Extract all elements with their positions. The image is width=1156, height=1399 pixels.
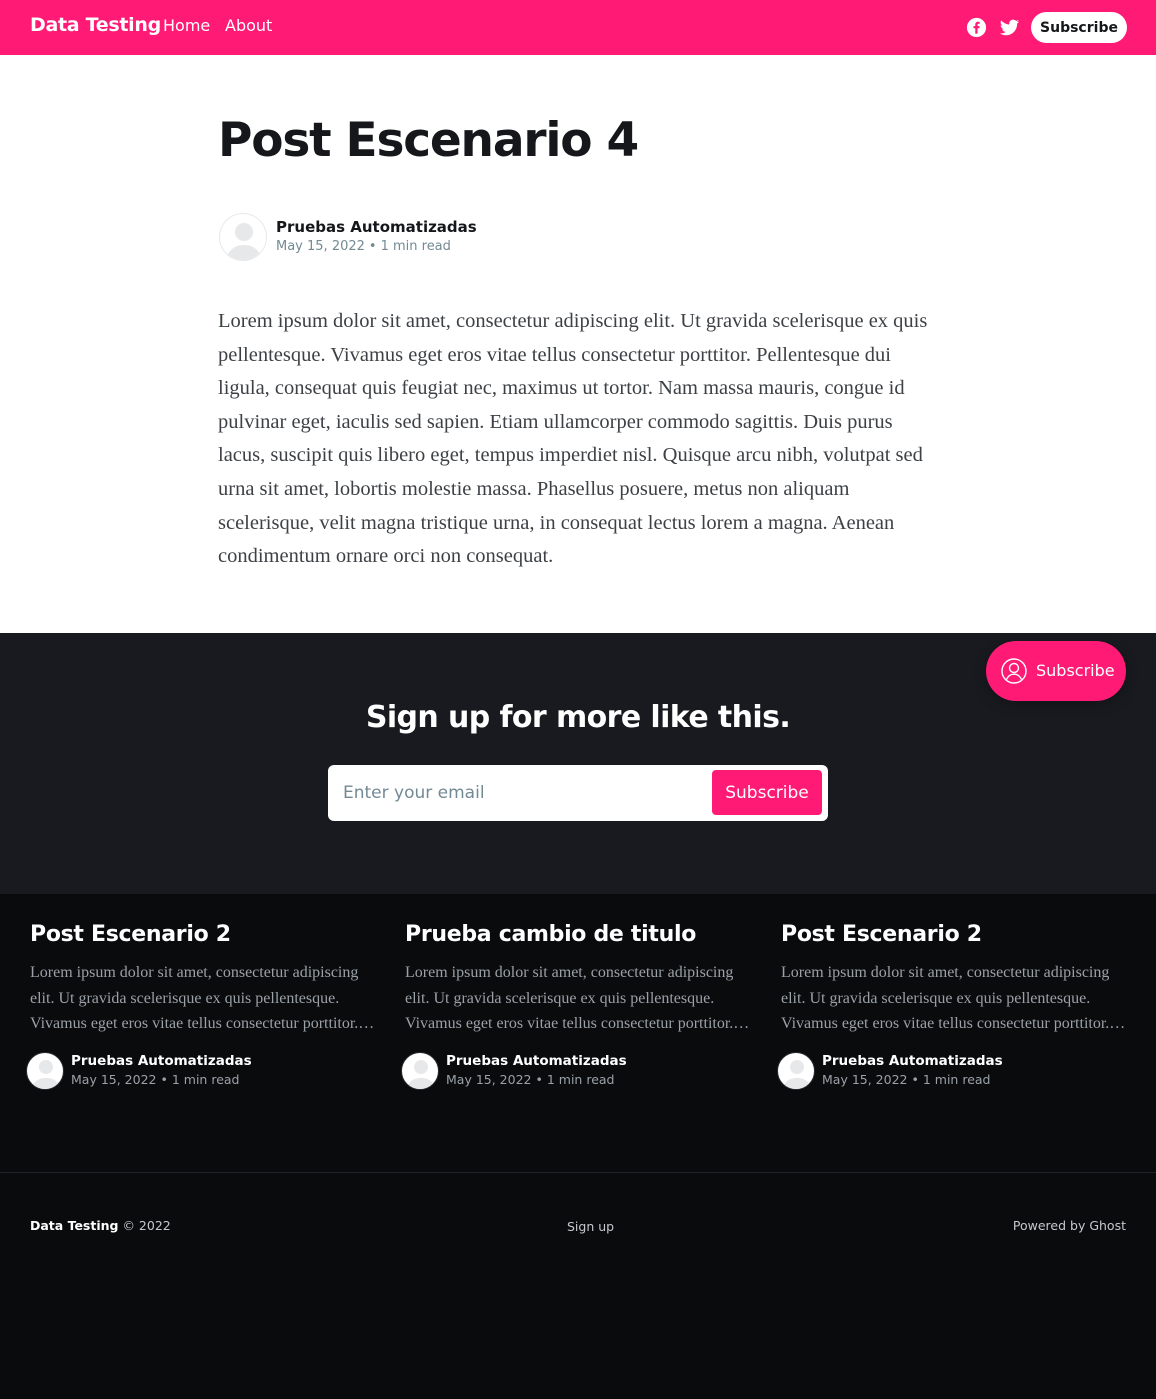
nav-home-link[interactable]: Home xyxy=(163,16,210,35)
post-card-author[interactable]: Pruebas Automatizadas xyxy=(71,1053,252,1069)
post-card-date: May 15, 2022 xyxy=(446,1072,532,1087)
twitter-icon[interactable] xyxy=(999,17,1020,38)
post-card-title[interactable]: Post Escenario 2 xyxy=(30,922,231,947)
post-card[interactable]: Prueba cambio de titulo Lorem ipsum dolo… xyxy=(401,894,755,1172)
post-card-read-time: 1 min read xyxy=(546,1072,615,1087)
author-avatar[interactable] xyxy=(26,1052,64,1090)
article-body: Lorem ipsum dolor sit amet, consectetur … xyxy=(218,310,928,568)
article-meta: May 15, 2022 • 1 min read xyxy=(276,239,451,254)
site-footer: Data Testing © 2022 Sign up Powered by G… xyxy=(0,1172,1156,1399)
facebook-icon[interactable] xyxy=(966,17,987,38)
article-date: May 15, 2022 xyxy=(276,239,365,254)
site-logo[interactable]: Data Testing xyxy=(30,14,161,36)
post-card-meta: May 15, 2022 • 1 min read xyxy=(71,1072,239,1087)
article: Post Escenario 4 Pruebas Automatizadas M… xyxy=(0,55,1156,633)
meta-separator: • xyxy=(160,1072,168,1087)
article-title: Post Escenario 4 xyxy=(218,113,639,168)
footer-copyright: Data Testing © 2022 xyxy=(30,1218,171,1233)
footer-copyright-year: © 2022 xyxy=(122,1218,171,1233)
nav-about-link[interactable]: About xyxy=(225,16,272,35)
header-subscribe-button[interactable]: Subscribe xyxy=(1031,12,1127,43)
post-card-excerpt: Lorem ipsum dolor sit amet, consectetur … xyxy=(405,964,750,1032)
meta-separator: • xyxy=(368,239,377,254)
meta-separator: • xyxy=(535,1072,543,1087)
email-input[interactable] xyxy=(332,769,702,817)
author-name[interactable]: Pruebas Automatizadas xyxy=(276,218,477,236)
footer-powered-by[interactable]: Powered by Ghost xyxy=(1013,1218,1126,1233)
floating-subscribe-button[interactable]: Subscribe xyxy=(986,641,1126,701)
signup-form: Subscribe xyxy=(328,765,828,821)
author-avatar[interactable] xyxy=(401,1052,439,1090)
post-card-read-time: 1 min read xyxy=(922,1072,991,1087)
post-card-title[interactable]: Prueba cambio de titulo xyxy=(405,922,696,947)
post-card-meta: May 15, 2022 • 1 min read xyxy=(822,1072,990,1087)
post-card-date: May 15, 2022 xyxy=(71,1072,157,1087)
related-posts: Post Escenario 2 Lorem ipsum dolor sit a… xyxy=(0,894,1156,1172)
author-avatar[interactable] xyxy=(219,213,267,261)
site-header: Data Testing Home About Subscribe xyxy=(0,0,1156,55)
post-card-date: May 15, 2022 xyxy=(822,1072,908,1087)
user-icon xyxy=(406,1060,436,1089)
floating-subscribe-label: Subscribe xyxy=(1036,661,1115,680)
post-card[interactable]: Post Escenario 2 Lorem ipsum dolor sit a… xyxy=(26,894,380,1172)
user-circle-icon xyxy=(1001,658,1027,684)
meta-separator: • xyxy=(911,1072,919,1087)
article-read-time: 1 min read xyxy=(380,239,451,254)
post-card-meta: May 15, 2022 • 1 min read xyxy=(446,1072,614,1087)
post-card-title[interactable]: Post Escenario 2 xyxy=(781,922,982,947)
signup-subscribe-button[interactable]: Subscribe xyxy=(712,770,822,815)
post-card[interactable]: Post Escenario 2 Lorem ipsum dolor sit a… xyxy=(777,894,1131,1172)
signup-section: Sign up for more like this. Subscribe xyxy=(0,633,1156,894)
post-card-read-time: 1 min read xyxy=(171,1072,240,1087)
author-avatar[interactable] xyxy=(777,1052,815,1090)
post-card-excerpt: Lorem ipsum dolor sit amet, consectetur … xyxy=(30,964,375,1032)
post-card-author[interactable]: Pruebas Automatizadas xyxy=(446,1053,627,1069)
post-card-author[interactable]: Pruebas Automatizadas xyxy=(822,1053,1003,1069)
footer-signup-link[interactable]: Sign up xyxy=(567,1219,614,1234)
footer-site-name[interactable]: Data Testing xyxy=(30,1218,118,1233)
user-icon xyxy=(782,1060,812,1089)
signup-title: Sign up for more like this. xyxy=(365,700,791,735)
user-icon xyxy=(31,1060,61,1089)
post-card-excerpt: Lorem ipsum dolor sit amet, consectetur … xyxy=(781,964,1126,1032)
user-icon xyxy=(226,223,262,260)
